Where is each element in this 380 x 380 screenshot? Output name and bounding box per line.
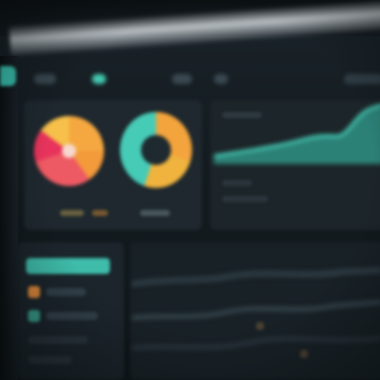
donut-1-caption-2 bbox=[92, 210, 108, 216]
list-row[interactable] bbox=[28, 336, 88, 344]
nav-item-3[interactable] bbox=[172, 74, 192, 84]
nav-item-4[interactable] bbox=[214, 74, 228, 84]
list-row[interactable] bbox=[46, 288, 86, 296]
donut-chart-center bbox=[141, 135, 171, 165]
pie-chart-icon[interactable] bbox=[34, 116, 104, 186]
line-chart-marker bbox=[300, 350, 308, 358]
status-dot-teal bbox=[28, 310, 40, 322]
pie-chart-center bbox=[62, 144, 76, 158]
line-chart-icon bbox=[132, 267, 380, 351]
top-navigation bbox=[24, 66, 380, 94]
nav-item-2[interactable] bbox=[92, 74, 106, 84]
dashboard-icon[interactable] bbox=[0, 66, 16, 86]
list-header-bar bbox=[26, 258, 110, 274]
nav-item-1[interactable] bbox=[34, 74, 56, 84]
line-series-2 bbox=[132, 299, 380, 321]
line-chart-marker bbox=[256, 322, 264, 330]
sidebar bbox=[0, 56, 18, 380]
area-chart-label-1 bbox=[222, 180, 252, 186]
area-series bbox=[214, 105, 380, 164]
nav-item-5[interactable] bbox=[344, 74, 380, 84]
donut-2-caption bbox=[140, 210, 170, 216]
list-row[interactable] bbox=[28, 356, 72, 364]
donut-1-caption bbox=[60, 210, 84, 216]
area-chart-label-2 bbox=[222, 196, 268, 202]
line-series-3 bbox=[132, 335, 380, 351]
status-dot-orange bbox=[28, 286, 40, 298]
dashboard-screen bbox=[0, 0, 380, 380]
line-series-1 bbox=[132, 267, 380, 287]
area-chart-icon bbox=[214, 104, 380, 164]
list-row[interactable] bbox=[46, 312, 98, 320]
donut-chart-icon[interactable] bbox=[120, 112, 192, 188]
